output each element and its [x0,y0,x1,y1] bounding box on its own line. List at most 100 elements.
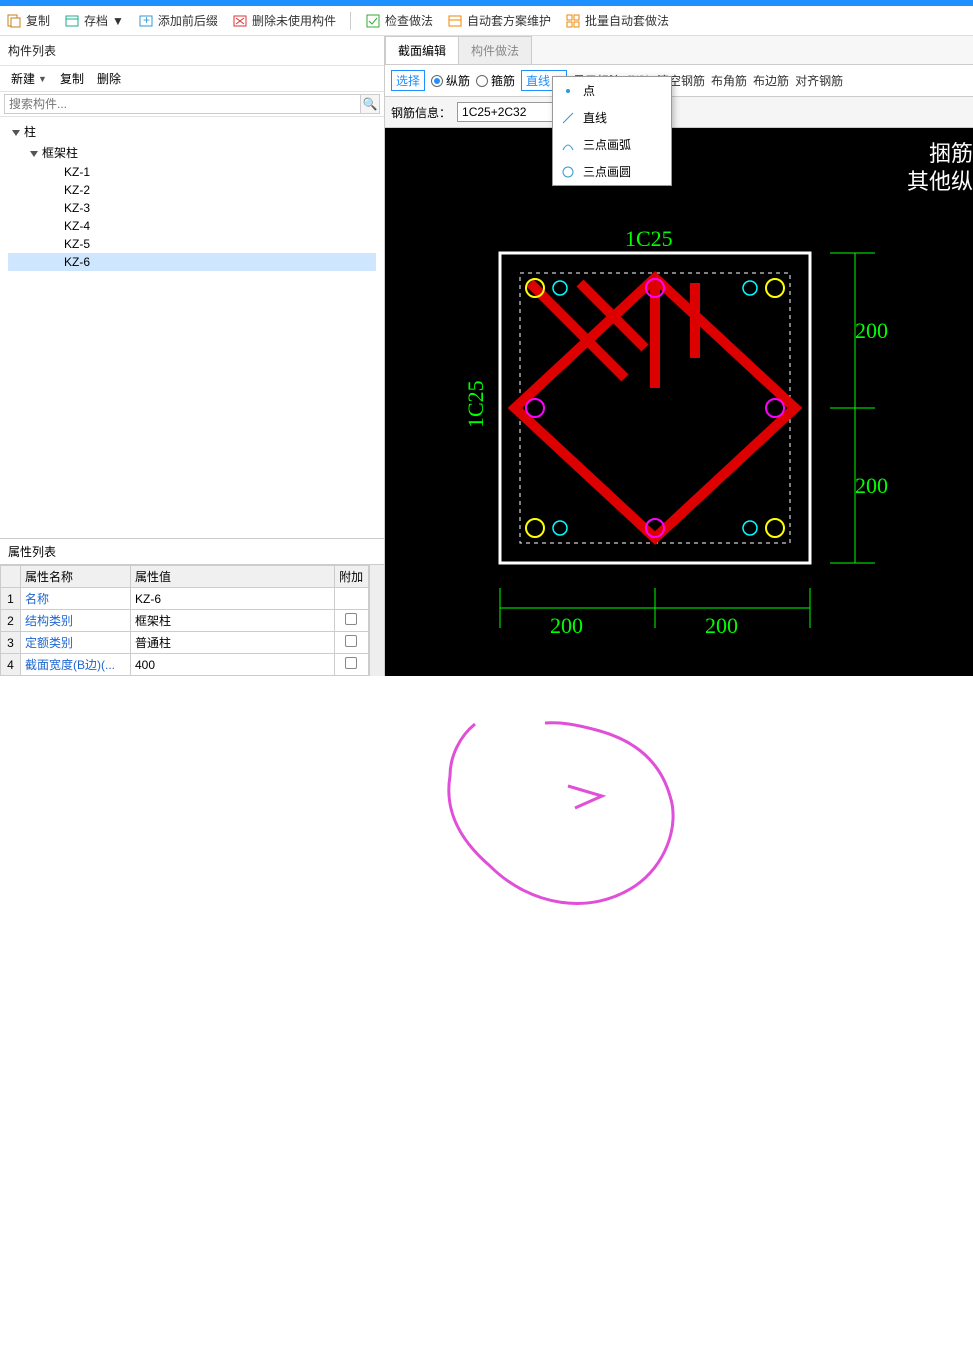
auto-scheme-button[interactable]: 自动套方案维护 [447,12,551,29]
add-prefix-label: 添加前后缀 [158,12,218,29]
tree-item[interactable]: KZ-1 [8,163,376,181]
tab-component-method[interactable]: 构件做法 [458,36,532,64]
select-mode-button[interactable]: 选择 [391,70,425,91]
tree-item-label: KZ-3 [64,201,90,215]
prop-name: 名称 [21,588,131,610]
tree-node-root[interactable]: 柱 [8,121,376,142]
tree-node-group[interactable]: 框架柱 [8,142,376,163]
radio-stirrup[interactable]: 箍筋 [476,72,515,89]
component-tree[interactable]: 柱 框架柱 KZ-1 KZ-2 KZ-3 KZ-4 KZ-5 KZ-6 [0,117,384,538]
side-text-2: 其他纵 [907,164,973,196]
row-num-header [1,566,21,588]
arc-icon [561,138,575,152]
expand-icon [12,130,20,136]
tree-group-label: 框架柱 [42,146,78,160]
prop-value[interactable]: 400 [131,654,335,676]
prop-attach[interactable] [334,632,368,654]
top-rebar-label: 1C25 [625,226,673,252]
archive-label: 存档 [84,12,108,29]
edge-rebar-button[interactable]: 布边筋 [753,72,789,89]
annotation-overlay [0,676,973,1352]
auto-scheme-label: 自动套方案维护 [467,12,551,29]
rebar-info-label: 钢筋信息： [391,104,451,121]
table-row[interactable]: 4 截面宽度(B边)(... 400 [1,654,369,676]
prop-attach [334,588,368,610]
col-attach: 附加 [334,566,368,588]
component-toolbar: 新建 ▼ 复制 删除 [0,66,384,92]
check-icon [365,13,381,29]
archive-icon [64,13,80,29]
rebar-info-row: 钢筋信息： [385,97,973,128]
circle-icon [561,165,575,179]
add-prefix-button[interactable]: + 添加前后缀 [138,12,218,29]
search-button[interactable]: 🔍 [360,94,380,114]
prop-attach[interactable] [334,610,368,632]
dim-v2: 200 [855,473,888,499]
radio-longitudinal[interactable]: 纵筋 [431,72,470,89]
line-tool-label: 直线 [526,72,550,89]
search-input[interactable] [4,94,361,114]
checkbox-icon[interactable] [345,613,357,625]
tree-item-selected[interactable]: KZ-6 [8,253,376,271]
archive-button[interactable]: 存档 ▼ [64,12,124,29]
prop-value[interactable]: 框架柱 [131,610,335,632]
checkbox-icon[interactable] [345,635,357,647]
tree-item[interactable]: KZ-2 [8,181,376,199]
new-label: 新建 [11,70,35,87]
batch-auto-label: 批量自动套做法 [585,12,669,29]
search-icon: 🔍 [363,97,378,111]
new-button[interactable]: 新建 ▼ [8,70,47,87]
copy-button[interactable]: 复制 [6,12,50,29]
tree-item[interactable]: KZ-3 [8,199,376,217]
section-canvas[interactable]: 1C25 1C25 200 200 200 200 捆筋 其他纵 [385,128,973,676]
section-toolbar: 选择 纵筋 箍筋 直线▼ 显示标注 删除 清空钢筋 布角筋 布边筋 对齐钢筋 [385,65,973,97]
table-row[interactable]: 1 名称 KZ-6 [1,588,369,610]
table-row[interactable]: 3 定额类别 普通柱 [1,632,369,654]
tree-item-label: KZ-2 [64,183,90,197]
menu-item-arc[interactable]: 三点画弧 [553,131,671,158]
prop-value[interactable]: KZ-6 [131,588,335,610]
point-icon [561,84,575,98]
check-method-button[interactable]: 检查做法 [365,12,433,29]
menu-item-circle[interactable]: 三点画圆 [553,158,671,185]
tree-item-label: KZ-6 [64,255,90,269]
menu-item-point[interactable]: 点 [553,77,671,104]
col-value: 属性值 [131,566,335,588]
left-panel: 构件列表 新建 ▼ 复制 删除 🔍 柱 框架柱 KZ-1 KZ-2 [0,36,385,676]
menu-item-label: 三点画弧 [583,136,631,153]
copy-label: 复制 [26,12,50,29]
prop-attach[interactable] [334,654,368,676]
property-panel: 属性列表 属性名称 属性值 附加 1 名称 KZ-6 2 结构类别 [0,538,384,676]
property-table: 属性名称 属性值 附加 1 名称 KZ-6 2 结构类别 框架柱 3 [0,565,369,676]
corner-rebar-button[interactable]: 布角筋 [711,72,747,89]
menu-item-label: 直线 [583,109,607,126]
batch-auto-button[interactable]: 批量自动套做法 [565,12,669,29]
prop-name: 结构类别 [21,610,131,632]
delete-unused-label: 删除未使用构件 [252,12,336,29]
tree-item[interactable]: KZ-4 [8,217,376,235]
delete-unused-button[interactable]: 删除未使用构件 [232,12,336,29]
copy-component-button[interactable]: 复制 [57,70,84,87]
prefix-icon: + [138,13,154,29]
align-rebar-button[interactable]: 对齐钢筋 [795,72,843,89]
delete-component-button[interactable]: 删除 [94,70,121,87]
dim-h2: 200 [705,613,738,639]
prop-value[interactable]: 普通柱 [131,632,335,654]
expand-icon [30,151,38,157]
tab-section-edit[interactable]: 截面编辑 [385,36,459,64]
menu-item-line[interactable]: 直线 [553,104,671,131]
tree-item[interactable]: KZ-5 [8,235,376,253]
line-icon [561,111,575,125]
delete-unused-icon [232,13,248,29]
component-list-title: 构件列表 [0,36,384,66]
checkbox-icon[interactable] [345,657,357,669]
tree-item-label: KZ-4 [64,219,90,233]
scrollbar[interactable] [369,565,384,676]
top-toolbar: 复制 存档 ▼ + 添加前后缀 删除未使用构件 检查做法 自动套方案维护 批量自… [0,0,973,36]
table-header-row: 属性名称 属性值 附加 [1,566,369,588]
copy-icon [6,13,22,29]
scheme-icon [447,13,463,29]
table-row[interactable]: 2 结构类别 框架柱 [1,610,369,632]
left-rebar-label: 1C25 [463,380,489,428]
copy-component-label: 复制 [60,70,84,87]
